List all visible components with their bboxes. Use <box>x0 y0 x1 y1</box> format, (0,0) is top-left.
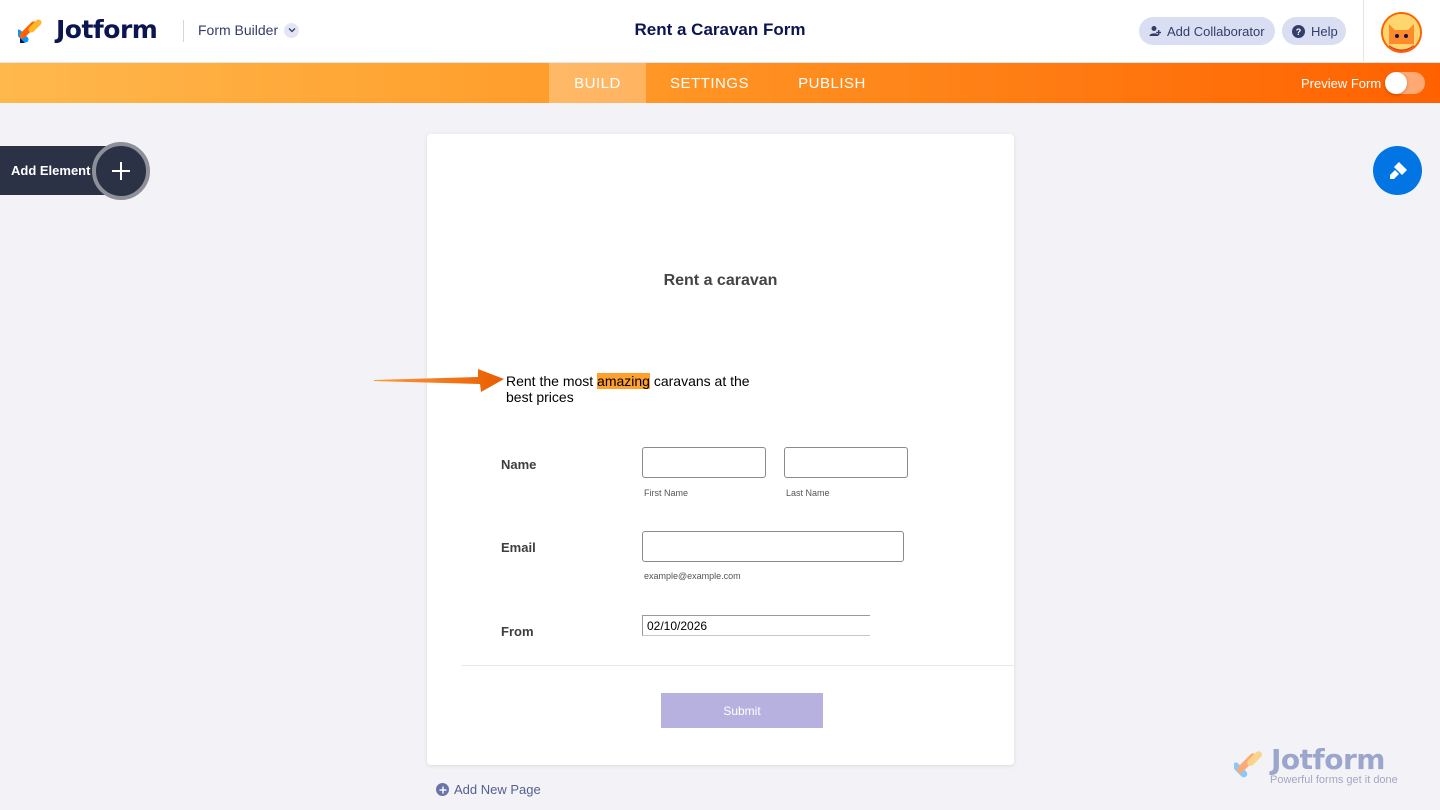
name-label: Name <box>501 457 537 472</box>
submit-button[interactable]: Submit <box>661 693 823 728</box>
jotform-watermark: Jotform Powerful forms get it done <box>1234 743 1409 790</box>
plus-icon <box>112 162 130 180</box>
svg-text:?: ? <box>1296 27 1302 37</box>
add-element-plus-button[interactable] <box>92 142 150 200</box>
plus-circle-icon <box>436 783 449 796</box>
watermark-logo-icon <box>1234 751 1262 778</box>
tab-settings[interactable]: SETTINGS <box>646 63 773 103</box>
from-date-input[interactable]: 02/10/2026 <box>642 615 870 636</box>
watermark-tagline: Powerful forms get it done <box>1270 774 1398 786</box>
help-button[interactable]: ? Help <box>1282 17 1346 45</box>
header-divider-right <box>1363 0 1364 63</box>
form-heading[interactable]: Rent a caravan <box>427 272 1014 290</box>
email-sublabel: example@example.com <box>644 571 741 581</box>
preview-form-toggle[interactable] <box>1385 72 1425 94</box>
first-name-input[interactable] <box>642 447 766 478</box>
add-element-label: Add Element <box>11 163 91 178</box>
description-text-before: Rent the most <box>506 373 598 389</box>
form-description[interactable]: Rent the most amazing caravans at the be… <box>506 373 776 405</box>
top-header: Jotform Form Builder Rent a Caravan Form… <box>0 0 1440 63</box>
form-designer-button[interactable] <box>1373 146 1422 195</box>
description-highlight: amazing <box>597 373 650 389</box>
add-collaborator-label: Add Collaborator <box>1167 23 1265 39</box>
toggle-knob <box>1385 72 1407 94</box>
form-canvas: Rent a caravan Rent the most amazing car… <box>427 134 1014 765</box>
last-name-sublabel: Last Name <box>786 488 830 498</box>
paint-roller-icon <box>1389 161 1407 179</box>
help-label: Help <box>1311 23 1338 39</box>
add-new-page-button[interactable]: Add New Page <box>436 782 541 797</box>
user-avatar[interactable] <box>1381 12 1422 53</box>
avatar-cat-icon <box>1383 14 1420 51</box>
annotation-arrow-icon <box>374 369 504 392</box>
add-user-icon <box>1149 25 1161 37</box>
add-new-page-label: Add New Page <box>454 782 541 797</box>
from-label: From <box>501 624 534 639</box>
help-icon: ? <box>1292 24 1305 38</box>
last-name-input[interactable] <box>784 447 908 478</box>
tab-publish[interactable]: PUBLISH <box>773 63 891 103</box>
preview-form-label: Preview Form <box>1301 76 1382 91</box>
email-input[interactable] <box>642 531 904 562</box>
email-label: Email <box>501 540 536 555</box>
form-divider <box>462 665 1014 666</box>
builder-nav: BUILD SETTINGS PUBLISH Preview Form <box>0 63 1440 103</box>
watermark-text: Jotform <box>1271 743 1385 776</box>
first-name-sublabel: First Name <box>644 488 689 498</box>
tab-build[interactable]: BUILD <box>549 63 646 103</box>
add-collaborator-button[interactable]: Add Collaborator <box>1139 17 1275 45</box>
